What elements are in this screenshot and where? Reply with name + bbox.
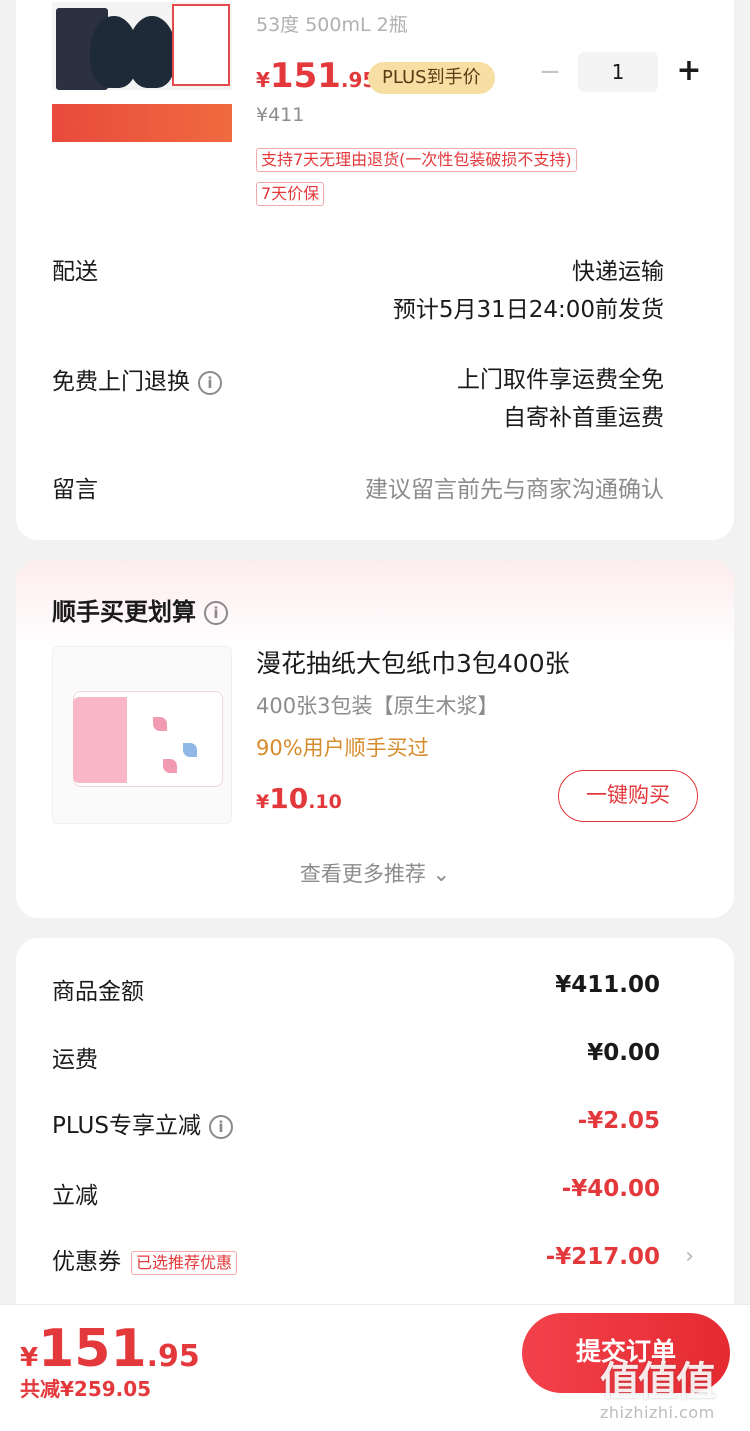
quantity-input[interactable]: 1: [578, 52, 658, 92]
freight-value: ¥0.00: [587, 1040, 660, 1066]
return-service-line2: 自寄补首重运费: [503, 405, 664, 431]
total-price: ¥151.95: [20, 1319, 200, 1379]
product-spec: 53度 500mL 2瓶: [256, 14, 408, 36]
price-guarantee-tag: 7天价保: [256, 182, 325, 206]
goods-amount-label: 商品金额: [52, 979, 144, 1005]
recommended-product-spec: 400张3包装【原生木浆】: [256, 694, 499, 718]
checkout-bar: ¥151.95 共减¥259.05 提交订单 值值值 zhizhizhi.com: [0, 1304, 750, 1431]
promo-banner-graphic: [52, 104, 232, 142]
price-currency: ¥: [256, 791, 270, 813]
leaf-graphic: [183, 743, 197, 757]
product-price: ¥151.95: [256, 56, 376, 96]
plus-discount-row: PLUS专享立减 i: [52, 1106, 233, 1140]
chevron-right-icon[interactable]: ›: [685, 1244, 694, 1269]
price-integer: 151: [269, 56, 341, 96]
promo-strip-graphic: [52, 90, 232, 104]
instant-discount-label: 立减: [52, 1183, 98, 1209]
plus-discount-value: -¥2.05: [577, 1108, 660, 1134]
shipping-label: 配送: [52, 259, 98, 285]
increase-button[interactable]: +: [674, 56, 704, 88]
coupon-value[interactable]: -¥217.00: [546, 1244, 660, 1270]
freight-label: 运费: [52, 1047, 98, 1073]
price-integer: 151: [38, 1319, 147, 1379]
return-service-label: 免费上门退换: [52, 369, 190, 395]
leaf-graphic: [153, 717, 167, 731]
recommendation-title: 顺手买更划算: [52, 598, 196, 626]
decrease-button[interactable]: −: [536, 58, 564, 88]
message-input[interactable]: 建议留言前先与商家沟通确认: [365, 470, 664, 504]
plus-discount-label: PLUS专享立减: [52, 1113, 201, 1139]
return-service-row: 免费上门退换 i: [52, 362, 222, 396]
coupon-label: 优惠券: [52, 1249, 121, 1275]
leaf-graphic: [163, 759, 177, 773]
recommended-product-name[interactable]: 漫花抽纸大包纸巾3包400张: [256, 644, 570, 680]
recommended-product-image[interactable]: [52, 646, 232, 824]
return-service-line1: 上门取件享运费全免: [457, 367, 664, 393]
instant-discount-value: -¥40.00: [561, 1176, 660, 1202]
goods-amount-value: ¥411.00: [555, 972, 660, 998]
quantity-stepper: − 1 +: [536, 52, 706, 94]
total-saved: 共减¥259.05: [20, 1377, 152, 1401]
price-summary-card: 商品金额 ¥411.00 运费 ¥0.00 PLUS专享立减 i -¥2.05 立…: [16, 938, 734, 1338]
recommended-product-ratio: 90%用户顺手买过: [256, 736, 429, 760]
price-currency: ¥: [256, 68, 270, 92]
message-label: 留言: [52, 477, 98, 503]
price-decimal: .10: [308, 791, 342, 813]
one-click-buy-button[interactable]: 一键购买: [558, 770, 698, 822]
coupon-selected-tag: 已选推荐优惠: [131, 1250, 238, 1275]
info-icon[interactable]: i: [198, 370, 222, 395]
shipping-method[interactable]: 快递运输: [572, 252, 664, 286]
watermark-text: zhizhizhi.com: [600, 1403, 715, 1422]
tissue-front-graphic: [73, 697, 127, 783]
shipping-eta: 预计5月31日24:00前发货: [392, 297, 664, 323]
product-image[interactable]: [52, 2, 232, 142]
watermark: 值值值 zhizhizhi.com: [600, 1349, 740, 1429]
info-icon[interactable]: i: [204, 601, 228, 625]
bottle-graphic: [128, 16, 176, 88]
price-currency: ¥: [20, 1343, 39, 1373]
more-recommendations-link[interactable]: 查看更多推荐 ⌄: [16, 858, 734, 888]
return-policy-tag: 支持7天无理由退货(一次性包装破损不支持): [256, 148, 577, 172]
watermark-logo: 值值值: [600, 1359, 716, 1405]
order-item-card: 53度 500mL 2瓶 ¥151.95 PLUS到手价 ¥411 − 1 + …: [16, 0, 734, 540]
price-integer: 10: [269, 782, 309, 815]
coupon-row[interactable]: 优惠券 已选推荐优惠: [52, 1242, 238, 1276]
promo-label-graphic: [172, 4, 230, 86]
recommendation-title-row: 顺手买更划算 i: [52, 592, 228, 627]
recommended-product-price: ¥10.10: [256, 782, 342, 815]
original-price: ¥411: [256, 104, 305, 126]
recommendation-card: 顺手买更划算 i 漫花抽纸大包纸巾3包400张 400张3包装【原生木浆】 90%…: [16, 560, 734, 918]
plus-price-badge: PLUS到手价: [368, 62, 495, 94]
price-decimal: .95: [146, 1339, 200, 1374]
info-icon[interactable]: i: [208, 1114, 233, 1139]
